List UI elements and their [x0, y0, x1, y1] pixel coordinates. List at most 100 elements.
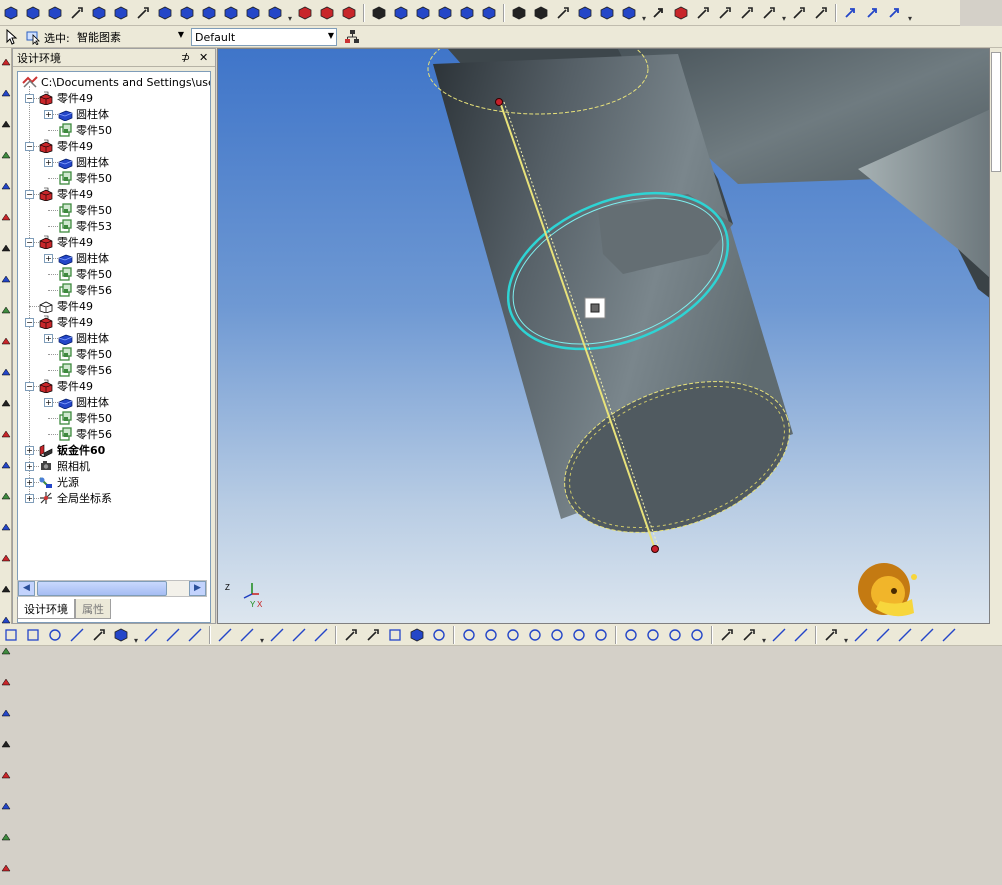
draw-tool-button[interactable] [769, 625, 789, 645]
toolbar-button[interactable] [243, 3, 263, 23]
tree-node[interactable]: − 零件49 [25, 90, 93, 106]
tree-node[interactable]: 零件50 [44, 170, 112, 186]
toolbar-button[interactable] [89, 3, 109, 23]
toolbar-button[interactable] [369, 3, 389, 23]
draw-tool-button[interactable] [895, 625, 915, 645]
toolbar-button[interactable] [575, 3, 595, 23]
draw-tool-button[interactable] [503, 625, 523, 645]
side-tool-icon[interactable] [1, 398, 11, 408]
toolbar-button[interactable] [155, 3, 175, 23]
tree-node[interactable]: − 零件49 [25, 378, 93, 394]
toolbar-button[interactable] [509, 3, 529, 23]
draw-tool-button[interactable] [687, 625, 707, 645]
expand-icon[interactable]: + [25, 445, 34, 455]
side-tool-icon[interactable] [1, 212, 11, 222]
scroll-thumb[interactable] [37, 581, 167, 596]
tree-node[interactable]: − 零件49 [25, 138, 93, 154]
assistant-lion-icon[interactable] [858, 563, 917, 617]
side-tool-icon[interactable] [1, 119, 11, 129]
hierarchy-button[interactable] [342, 27, 362, 47]
tree-node[interactable]: − 零件49 [25, 186, 93, 202]
side-tool-icon[interactable] [1, 646, 11, 656]
side-tool-icon[interactable] [1, 150, 11, 160]
collapse-icon[interactable]: − [25, 93, 34, 103]
scroll-left-button[interactable]: ◀ [18, 581, 35, 596]
toolbar-overflow-icon[interactable]: ▾ [906, 3, 914, 23]
toolbar-button[interactable] [23, 3, 43, 23]
toolbar-button[interactable] [45, 3, 65, 23]
tree-node[interactable]: 零件49 [25, 298, 93, 314]
draw-tool-button[interactable] [851, 625, 871, 645]
side-tool-icon[interactable] [1, 770, 11, 780]
draw-tool-button[interactable] [215, 625, 235, 645]
toolbar-button[interactable] [553, 3, 573, 23]
toolbar-button[interactable] [693, 3, 713, 23]
toolbar-button[interactable] [317, 3, 337, 23]
toolbar-button[interactable] [789, 3, 809, 23]
tree-node[interactable]: 零件56 [44, 282, 112, 298]
side-tool-icon[interactable] [1, 305, 11, 315]
draw-tool-button[interactable] [23, 625, 43, 645]
tree-node[interactable]: + 钣金件60 [25, 442, 105, 458]
side-tool-icon[interactable] [1, 832, 11, 842]
toolbar-overflow-icon[interactable]: ▾ [760, 625, 768, 645]
tree-node[interactable]: + 光源 [25, 474, 79, 490]
tree-node[interactable]: + 圆柱体 [44, 330, 109, 346]
toolbar-button[interactable] [619, 3, 639, 23]
side-tool-icon[interactable] [1, 367, 11, 377]
toolbar-button[interactable] [649, 3, 669, 23]
toolbar-button[interactable] [199, 3, 219, 23]
draw-tool-button[interactable] [939, 625, 959, 645]
draw-tool-button[interactable] [45, 625, 65, 645]
toolbar-button[interactable] [1, 3, 21, 23]
tree-node[interactable]: + 圆柱体 [44, 154, 109, 170]
collapse-icon[interactable]: − [25, 141, 34, 151]
toolbar-button[interactable] [811, 3, 831, 23]
pin-icon[interactable]: ⊅ [181, 51, 190, 64]
draw-tool-button[interactable] [407, 625, 427, 645]
select-mode-dropdown[interactable]: 智能图素 ▼ [74, 28, 186, 46]
toolbar-button[interactable] [265, 3, 285, 23]
draw-tool-button[interactable] [111, 625, 131, 645]
toolbar-button[interactable] [67, 3, 87, 23]
toolbar-button[interactable] [457, 3, 477, 23]
draw-tool-button[interactable] [873, 625, 893, 645]
tree-node[interactable]: 零件50 [44, 346, 112, 362]
expand-icon[interactable]: + [25, 477, 34, 487]
toolbar-button[interactable] [133, 3, 153, 23]
model-scene[interactable]: Z Y X [218, 49, 990, 624]
draw-tool-button[interactable] [917, 625, 937, 645]
tree-node[interactable]: 零件50 [44, 410, 112, 426]
side-tool-icon[interactable] [1, 739, 11, 749]
tree-node[interactable]: + 全局坐标系 [25, 490, 112, 506]
side-tool-icon[interactable] [1, 460, 11, 470]
draw-tool-button[interactable] [163, 625, 183, 645]
toolbar-button[interactable] [715, 3, 735, 23]
draw-tool-button[interactable] [665, 625, 685, 645]
side-tool-icon[interactable] [1, 88, 11, 98]
toolbar-button[interactable] [111, 3, 131, 23]
draw-tool-button[interactable] [1, 625, 21, 645]
draw-tool-button[interactable] [429, 625, 449, 645]
side-tool-icon[interactable] [1, 274, 11, 284]
scroll-right-button[interactable]: ▶ [189, 581, 206, 596]
toolbar-button[interactable] [841, 3, 861, 23]
draw-tool-button[interactable] [717, 625, 737, 645]
axis-end-point[interactable] [651, 545, 659, 553]
expand-icon[interactable]: + [25, 461, 34, 471]
toolbar-button[interactable] [597, 3, 617, 23]
draw-tool-button[interactable] [621, 625, 641, 645]
toolbar-overflow-icon[interactable]: ▾ [780, 3, 788, 23]
side-tool-icon[interactable] [1, 243, 11, 253]
close-icon[interactable]: ✕ [199, 51, 208, 64]
tree-node[interactable]: + 圆柱体 [44, 394, 109, 410]
draw-tool-button[interactable] [141, 625, 161, 645]
tree-node[interactable]: 零件53 [44, 218, 112, 234]
pointer-tool-button[interactable] [2, 27, 22, 47]
side-tool-icon[interactable] [1, 677, 11, 687]
draw-tool-button[interactable] [185, 625, 205, 645]
tree-horizontal-scrollbar[interactable]: ◀ ▶ [17, 580, 207, 597]
collapse-icon[interactable]: − [25, 237, 34, 247]
toolbar-overflow-icon[interactable]: ▾ [640, 3, 648, 23]
expand-icon[interactable]: + [25, 493, 34, 503]
